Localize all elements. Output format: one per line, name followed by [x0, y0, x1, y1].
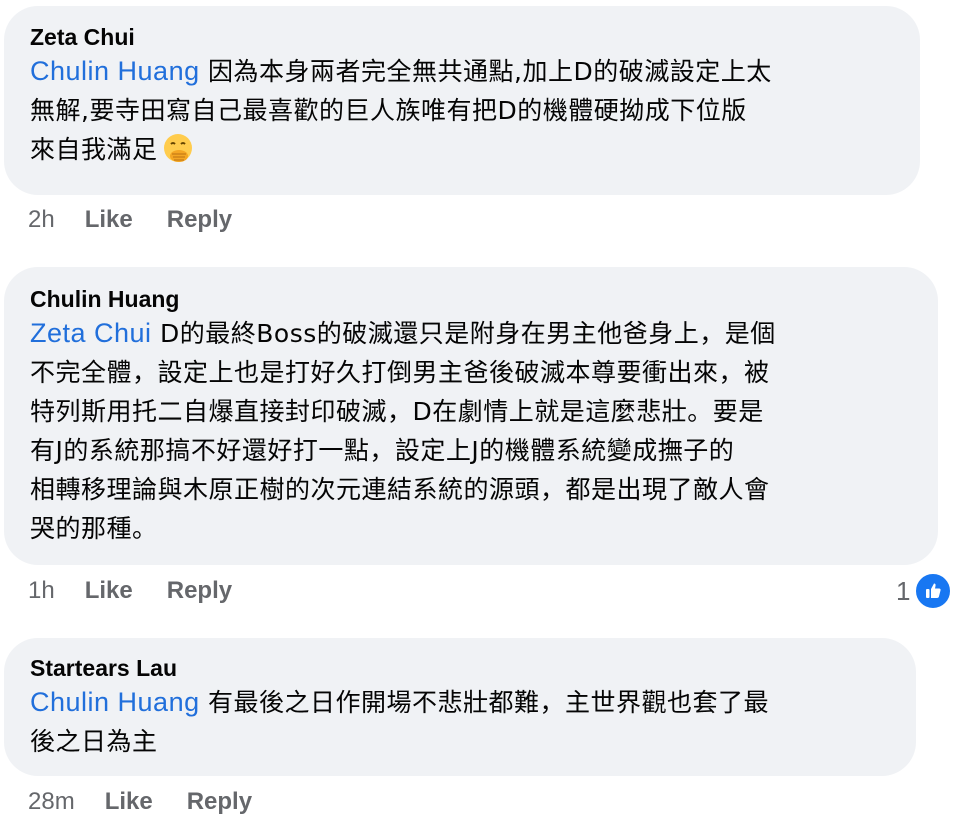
- comment-author[interactable]: Startears Lau: [30, 653, 890, 683]
- comment-line: 因為本身兩者完全無共通點,加上D的破滅設定上太: [199, 57, 772, 86]
- like-thumb-icon: [914, 572, 953, 610]
- comment-actions: 28m Like Reply: [28, 788, 286, 816]
- timestamp[interactable]: 2h: [28, 206, 55, 234]
- comment-line: 有J的系統那搞不好還好打一點，設定上J的機體系統變成撫子的: [30, 436, 735, 465]
- comment-actions: 2h Like Reply: [28, 206, 266, 234]
- like-button[interactable]: Like: [85, 206, 133, 234]
- comment-bubble: Startears Lau Chulin Huang 有最後之日作開場不悲壯都難…: [4, 638, 916, 776]
- timestamp[interactable]: 28m: [28, 788, 75, 816]
- comment-text: Chulin Huang 有最後之日作開場不悲壯都難，主世界觀也套了最 後之日為…: [30, 683, 890, 761]
- reply-button[interactable]: Reply: [187, 788, 252, 816]
- face-with-hand-over-mouth-icon: [162, 132, 194, 164]
- like-button[interactable]: Like: [105, 788, 153, 816]
- reaction-count: 1: [896, 575, 911, 606]
- reaction-summary[interactable]: 1: [896, 572, 953, 610]
- reply-button[interactable]: Reply: [167, 206, 232, 234]
- mention-link[interactable]: Chulin Huang: [30, 56, 200, 86]
- comment-author[interactable]: Zeta Chui: [30, 22, 894, 52]
- comment-line: 無解,要寺田寫自己最喜歡的巨人族唯有把D的機體硬拗成下位版: [30, 96, 747, 125]
- comment-bubble: Chulin Huang Zeta Chui D的最終Boss的破滅還只是附身在…: [4, 267, 938, 565]
- timestamp[interactable]: 1h: [28, 577, 55, 605]
- comment-actions: 1h Like Reply: [28, 577, 266, 605]
- comment-bubble: Zeta Chui Chulin Huang 因為本身兩者完全無共通點,加上D的…: [4, 6, 920, 195]
- comment-line: 不完全體，設定上也是打好久打倒男主爸後破滅本尊要衝出來，被: [30, 358, 770, 387]
- comment-line: D的最終Boss的破滅還只是附身在男主他爸身上，是個: [151, 319, 776, 348]
- comment-line: 特列斯用托二自爆直接封印破滅，D在劇情上就是這麼悲壯。要是: [30, 397, 764, 426]
- like-button[interactable]: Like: [85, 577, 133, 605]
- comment-line: 相轉移理論與木原正樹的次元連結系統的源頭，都是出現了敵人會: [30, 475, 770, 504]
- comment-author[interactable]: Chulin Huang: [30, 284, 912, 314]
- mention-link[interactable]: Zeta Chui: [30, 318, 152, 348]
- mention-link[interactable]: Chulin Huang: [30, 687, 200, 717]
- comment-text: Zeta Chui D的最終Boss的破滅還只是附身在男主他爸身上，是個 不完全…: [30, 314, 912, 548]
- comment-line: 哭的那種。: [30, 514, 158, 543]
- comment-line: 來自我滿足: [30, 135, 158, 164]
- comment-text: Chulin Huang 因為本身兩者完全無共通點,加上D的破滅設定上太 無解,…: [30, 52, 894, 169]
- comment-line: 後之日為主: [30, 727, 158, 756]
- comment-line: 有最後之日作開場不悲壯都難，主世界觀也套了最: [199, 688, 770, 717]
- reply-button[interactable]: Reply: [167, 577, 232, 605]
